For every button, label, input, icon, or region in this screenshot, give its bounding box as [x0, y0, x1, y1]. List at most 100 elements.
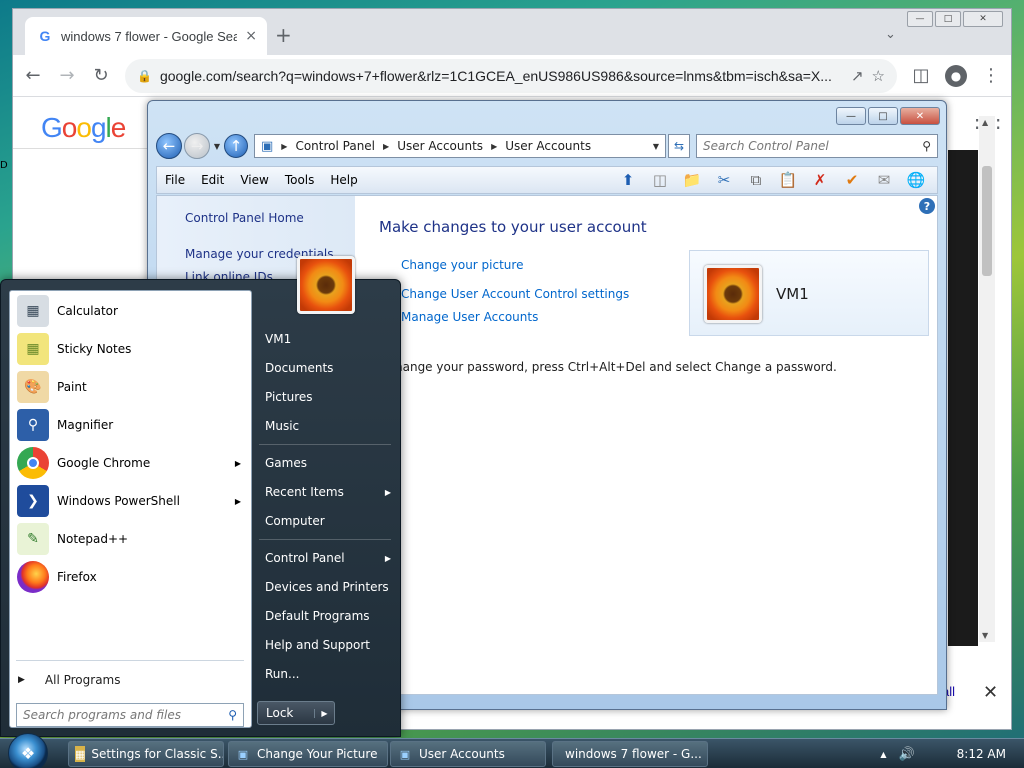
scroll-down-icon[interactable]: ▼: [982, 631, 988, 640]
menu-view[interactable]: View: [240, 173, 268, 187]
lock-button[interactable]: Lock ▶: [257, 701, 335, 725]
share-icon[interactable]: ↗: [851, 67, 864, 85]
program-item[interactable]: ▦ Calculator: [13, 293, 249, 329]
paste-icon[interactable]: 📋: [775, 168, 801, 192]
menu-file[interactable]: File: [165, 173, 185, 187]
network-globe-icon[interactable]: 🌐: [903, 168, 929, 192]
refresh-icon[interactable]: ⇆: [668, 134, 690, 158]
panel-layout-icon[interactable]: ◫: [647, 168, 673, 192]
search-icon[interactable]: ⚲: [922, 139, 931, 153]
program-item[interactable]: ✎ Notepad++: [13, 521, 249, 557]
start-user-picture[interactable]: [297, 256, 355, 314]
scrollbar-thumb[interactable]: [982, 166, 992, 276]
cp-search-placeholder[interactable]: Search Control Panel: [703, 139, 922, 153]
taskbar-button[interactable]: ▣ User Accounts: [390, 741, 546, 767]
program-item[interactable]: ⚲ Magnifier: [13, 407, 249, 443]
all-programs-button[interactable]: ▶ All Programs: [18, 673, 121, 687]
url-text[interactable]: google.com/search?q=windows+7+flower&rlz…: [160, 68, 843, 84]
clock[interactable]: 8:12 AM: [957, 747, 1006, 761]
minimize-button[interactable]: —: [907, 11, 933, 27]
cp-minimize-button[interactable]: —: [836, 107, 866, 125]
chrome-tab[interactable]: G windows 7 flower - Google Search ×: [25, 17, 267, 55]
lock-icon[interactable]: 🔒: [137, 69, 152, 83]
back-button[interactable]: ←: [156, 133, 182, 159]
tab-search-chevron-icon[interactable]: ⌄: [885, 27, 896, 42]
close-button[interactable]: ✕: [963, 11, 1003, 27]
volume-icon[interactable]: 🔊: [898, 747, 914, 762]
copy-icon[interactable]: ⧉: [743, 168, 769, 192]
help-icon[interactable]: ?: [919, 198, 935, 214]
start-item-pictures[interactable]: Pictures: [265, 390, 391, 404]
show-hidden-icons-icon[interactable]: ▲: [880, 750, 886, 759]
taskbar-button[interactable]: windows 7 flower - G...: [552, 741, 708, 767]
breadcrumb-item[interactable]: Control Panel: [295, 139, 375, 153]
start-orb-windows-icon[interactable]: ❖: [8, 733, 48, 768]
search-icon[interactable]: ⚲: [228, 708, 237, 722]
start-item-documents[interactable]: Documents: [265, 361, 391, 375]
bookmark-star-icon[interactable]: ☆: [872, 67, 885, 85]
address-bar[interactable]: 🔒 google.com/search?q=windows+7+flower&r…: [125, 58, 897, 93]
program-item[interactable]: ❯ Windows PowerShell ▶: [13, 483, 249, 519]
start-item-music[interactable]: Music: [265, 419, 391, 433]
scroll-up-icon[interactable]: ▲: [982, 118, 988, 127]
chrome-menu-icon[interactable]: ⋮: [981, 65, 1001, 86]
task-link[interactable]: Change your picture: [401, 258, 523, 272]
shutdown-options-arrow-icon[interactable]: ▶: [314, 708, 334, 718]
google-logo[interactable]: Google: [41, 112, 126, 144]
address-dropdown-icon[interactable]: ▼: [653, 142, 659, 151]
start-item-recent[interactable]: Recent Items ▶: [265, 485, 391, 499]
start-search-placeholder[interactable]: Search programs and files: [23, 708, 228, 722]
delete-icon[interactable]: ✗: [807, 168, 833, 192]
menu-edit[interactable]: Edit: [201, 173, 224, 187]
taskbar-button[interactable]: ▦ Settings for Classic S...: [68, 741, 224, 767]
start-item-run[interactable]: Run...: [265, 667, 391, 681]
up-button[interactable]: ↑: [224, 134, 248, 158]
envelope-icon[interactable]: ✉: [871, 168, 897, 192]
up-folder-icon[interactable]: ⬆: [615, 168, 641, 192]
reload-icon[interactable]: ↻: [91, 65, 111, 86]
sidebar-link[interactable]: Control Panel Home: [185, 211, 304, 225]
task-link[interactable]: Manage User Accounts: [401, 310, 538, 324]
breadcrumb-separator-icon[interactable]: ▶: [491, 142, 497, 151]
task-link[interactable]: Change User Account Control settings: [401, 287, 629, 301]
start-item-help[interactable]: Help and Support: [265, 638, 391, 652]
start-item-default-programs[interactable]: Default Programs: [265, 609, 391, 623]
start-item-user[interactable]: VM1: [265, 332, 391, 346]
start-item-computer[interactable]: Computer: [265, 514, 391, 528]
program-item[interactable]: ▦ Sticky Notes: [13, 331, 249, 367]
breadcrumb[interactable]: ▣ ▶ Control Panel ▶ User Accounts ▶ User…: [254, 134, 666, 158]
program-item[interactable]: Firefox: [13, 559, 249, 595]
menu-help[interactable]: Help: [330, 173, 357, 187]
menu-tools[interactable]: Tools: [285, 173, 315, 187]
cp-maximize-button[interactable]: □: [868, 107, 898, 125]
lock-label: Lock: [266, 706, 294, 720]
start-search-input[interactable]: Search programs and files ⚲: [16, 703, 244, 727]
cp-close-button[interactable]: ✕: [900, 107, 940, 125]
taskbar-button[interactable]: ▣ Change Your Picture: [228, 741, 388, 767]
profile-avatar-icon[interactable]: ●: [945, 64, 967, 87]
close-icon[interactable]: ✕: [983, 682, 998, 703]
page-scrollbar[interactable]: ▲ ▼: [979, 116, 995, 642]
program-item[interactable]: Google Chrome ▶: [13, 445, 249, 481]
start-item-devices[interactable]: Devices and Printers: [265, 580, 391, 594]
tab-close-icon[interactable]: ×: [245, 28, 257, 44]
cp-menu-bar: File Edit View Tools Help ⬆ ◫ 📁 ✂ ⧉ 📋 ✗ …: [156, 166, 938, 194]
properties-check-icon[interactable]: ✔: [839, 168, 865, 192]
forward-arrow-icon[interactable]: →: [57, 65, 77, 86]
start-item-control-panel[interactable]: Control Panel ▶: [265, 551, 391, 565]
cut-icon[interactable]: ✂: [711, 168, 737, 192]
breadcrumb-separator-icon[interactable]: ▶: [281, 142, 287, 151]
program-item[interactable]: 🎨 Paint: [13, 369, 249, 405]
side-panel-icon[interactable]: ◫: [911, 65, 931, 86]
new-tab-button[interactable]: +: [275, 23, 292, 47]
folder-options-icon[interactable]: 📁: [679, 168, 705, 192]
start-item-games[interactable]: Games: [265, 456, 391, 470]
breadcrumb-item[interactable]: User Accounts: [397, 139, 483, 153]
cp-search-input[interactable]: Search Control Panel ⚲: [696, 134, 938, 158]
breadcrumb-item[interactable]: User Accounts: [505, 139, 591, 153]
recent-pages-chevron-icon[interactable]: ▼: [212, 142, 222, 151]
breadcrumb-separator-icon[interactable]: ▶: [383, 142, 389, 151]
forward-button[interactable]: →: [184, 133, 210, 159]
back-arrow-icon[interactable]: ←: [23, 65, 43, 86]
maximize-button[interactable]: □: [935, 11, 961, 27]
